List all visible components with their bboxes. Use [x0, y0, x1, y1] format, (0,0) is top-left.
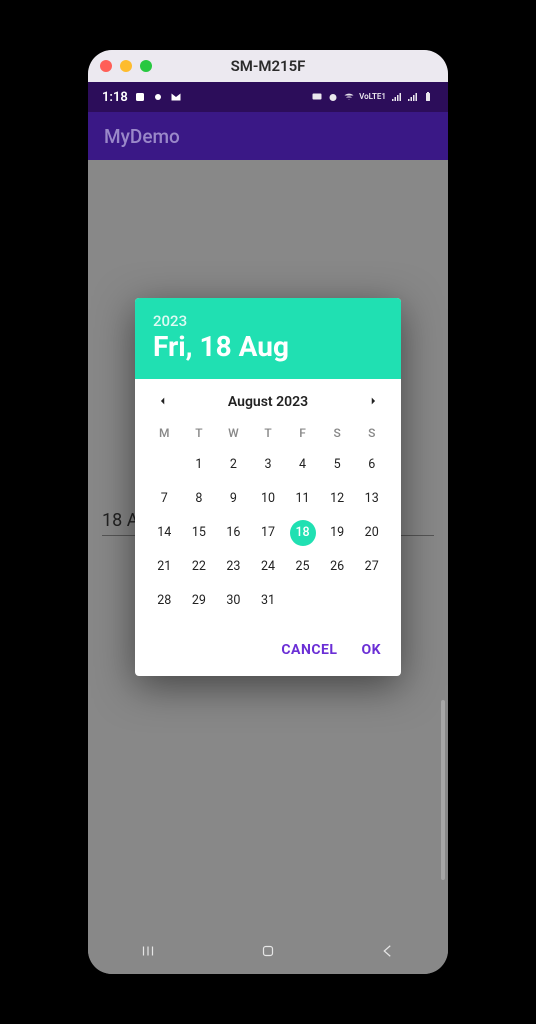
calendar-day[interactable]: 30 [220, 588, 246, 614]
window-controls [100, 60, 152, 72]
calendar-day[interactable]: 18 [290, 520, 316, 546]
calendar-day[interactable]: 17 [255, 520, 281, 546]
cast-icon [311, 91, 323, 103]
picker-year[interactable]: 2023 [153, 312, 383, 330]
maximize-icon[interactable] [140, 60, 152, 72]
calendar-nav: August 2023 [135, 379, 401, 420]
signal-icon-2 [406, 91, 418, 103]
app-body: 18 A 2023 Fri, 18 Aug August 2023 [88, 160, 448, 932]
back-button[interactable] [379, 942, 397, 964]
calendar-day[interactable]: 6 [359, 452, 385, 478]
date-picker-header: 2023 Fri, 18 Aug [135, 298, 401, 379]
calendar-day[interactable]: 16 [220, 520, 246, 546]
app-bar: MyDemo [88, 112, 448, 160]
cancel-button[interactable]: CANCEL [281, 642, 337, 658]
calendar-dow: W [216, 422, 251, 444]
wifi-icon [343, 91, 355, 103]
calendar-day[interactable]: 31 [255, 588, 281, 614]
recents-button[interactable] [139, 942, 157, 964]
device-screen: SM-M215F 1:18 VoLTE1 MyDemo [88, 50, 448, 974]
calendar-day[interactable]: 13 [359, 486, 385, 512]
calendar-day[interactable]: 22 [186, 554, 212, 580]
calendar-day[interactable]: 10 [255, 486, 281, 512]
calendar-day[interactable]: 8 [186, 486, 212, 512]
calendar-day[interactable]: 28 [151, 588, 177, 614]
calendar-dow: T [251, 422, 286, 444]
calendar-day[interactable]: 29 [186, 588, 212, 614]
calendar-day[interactable]: 2 [220, 452, 246, 478]
calendar-day[interactable]: 7 [151, 486, 177, 512]
status-bar: 1:18 VoLTE1 [88, 82, 448, 112]
calendar-dow: F [285, 422, 320, 444]
emulator-titlebar: SM-M215F [88, 50, 448, 82]
calendar-day[interactable]: 27 [359, 554, 385, 580]
ok-button[interactable]: OK [361, 642, 381, 658]
calendar-day[interactable]: 4 [290, 452, 316, 478]
battery-icon [422, 91, 434, 103]
status-time: 1:18 [102, 90, 128, 105]
calendar-day[interactable]: 15 [186, 520, 212, 546]
dialog-actions: CANCEL OK [135, 624, 401, 676]
calendar-day[interactable]: 23 [220, 554, 246, 580]
gmail-icon [170, 91, 182, 103]
alarm-icon [327, 91, 339, 103]
calendar-dow: S [320, 422, 355, 444]
calendar-day[interactable]: 11 [290, 486, 316, 512]
calendar-dow: S [354, 422, 389, 444]
calendar-dow: M [147, 422, 182, 444]
calendar-day[interactable]: 21 [151, 554, 177, 580]
calendar-day[interactable]: 19 [324, 520, 350, 546]
prev-month-button[interactable] [153, 393, 173, 412]
notification-icon [134, 91, 146, 103]
signal-icon [390, 91, 402, 103]
android-nav-bar [88, 932, 448, 974]
date-picker-dialog: 2023 Fri, 18 Aug August 2023 MTWTFSS1234… [135, 298, 401, 676]
calendar-day[interactable]: 3 [255, 452, 281, 478]
calendar-grid: MTWTFSS123456789101112131415161718192021… [135, 420, 401, 624]
calendar-day[interactable]: 9 [220, 486, 246, 512]
calendar-day[interactable]: 24 [255, 554, 281, 580]
calendar-dow: T [182, 422, 217, 444]
network-label: VoLTE1 [359, 93, 386, 101]
minimize-icon[interactable] [120, 60, 132, 72]
app-title: MyDemo [104, 125, 180, 148]
calendar-day[interactable]: 20 [359, 520, 385, 546]
next-month-button[interactable] [363, 393, 383, 412]
close-icon[interactable] [100, 60, 112, 72]
dialog-overlay: 2023 Fri, 18 Aug August 2023 MTWTFSS1234… [88, 160, 448, 932]
calendar-month-label[interactable]: August 2023 [228, 394, 308, 410]
calendar-day[interactable]: 14 [151, 520, 177, 546]
app-notification-icon [152, 91, 164, 103]
chevron-right-icon [368, 394, 378, 408]
calendar-day[interactable]: 26 [324, 554, 350, 580]
calendar-day[interactable]: 25 [290, 554, 316, 580]
home-button[interactable] [259, 942, 277, 964]
calendar-day[interactable]: 12 [324, 486, 350, 512]
picker-date-title[interactable]: Fri, 18 Aug [153, 332, 383, 363]
calendar-day[interactable]: 5 [324, 452, 350, 478]
calendar-day[interactable]: 1 [186, 452, 212, 478]
chevron-left-icon [158, 394, 168, 408]
device-frame: SM-M215F 1:18 VoLTE1 MyDemo [78, 40, 458, 984]
